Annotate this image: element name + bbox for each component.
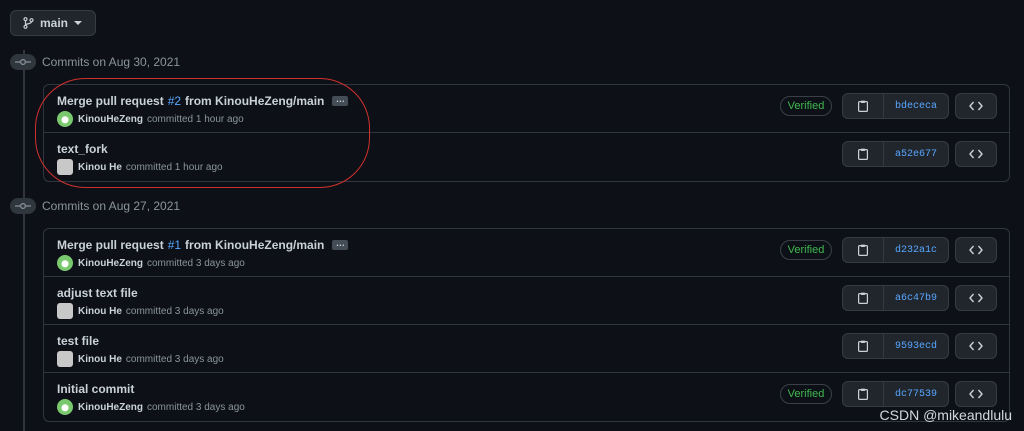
- copy-sha-button[interactable]: [843, 382, 884, 406]
- commit-row: text_fork Kinou He committed 1 hour ago …: [44, 133, 1009, 181]
- pr-link[interactable]: #2: [168, 94, 181, 108]
- verified-badge[interactable]: Verified: [780, 96, 832, 116]
- clipboard-icon: [858, 388, 868, 400]
- commit-time: committed 3 days ago: [125, 305, 224, 317]
- clipboard-icon: [858, 100, 868, 112]
- commit-sha-link[interactable]: bdececa: [884, 94, 948, 118]
- clipboard-icon: [858, 340, 868, 352]
- commit-message[interactable]: test file: [57, 334, 99, 348]
- commit-message[interactable]: text_fork: [57, 142, 108, 156]
- commit-sha-link[interactable]: d232a1c: [884, 238, 948, 262]
- copy-sha-button[interactable]: [843, 142, 884, 166]
- code-icon: [969, 149, 983, 159]
- caret-down-icon: [74, 20, 83, 25]
- copy-sha-button[interactable]: [843, 286, 884, 310]
- commit-meta: Kinou He committed 1 hour ago: [57, 159, 223, 175]
- branch-name: main: [40, 16, 69, 30]
- expand-ellipsis-button[interactable]: …: [332, 239, 349, 250]
- git-commit-icon: [15, 202, 31, 210]
- commit-message[interactable]: adjust text file: [57, 286, 138, 300]
- commit-meta: KinouHeZeng committed 3 days ago: [57, 399, 245, 415]
- copy-sha-button[interactable]: [843, 334, 884, 358]
- commit-row: test file Kinou He committed 3 days ago …: [44, 325, 1009, 373]
- commit-time: committed 3 days ago: [147, 401, 245, 413]
- avatar[interactable]: [57, 111, 73, 127]
- clipboard-icon: [858, 292, 868, 304]
- author-link[interactable]: KinouHeZeng: [78, 402, 143, 413]
- git-commit-icon: [15, 58, 31, 66]
- commit-sha-link[interactable]: 9593ecd: [884, 334, 948, 358]
- verified-badge[interactable]: Verified: [780, 384, 832, 404]
- copy-sha-button[interactable]: [843, 238, 884, 262]
- verified-badge[interactable]: Verified: [780, 240, 832, 260]
- code-icon: [969, 293, 983, 303]
- sha-button-group: a6c47b9: [842, 285, 949, 311]
- author-link[interactable]: Kinou He: [78, 162, 122, 173]
- browse-repo-button[interactable]: [955, 237, 997, 263]
- commit-sha-link[interactable]: a52e677: [884, 142, 948, 166]
- commit-meta: Kinou He committed 3 days ago: [57, 351, 224, 367]
- commit-row: adjust text file Kinou He committed 3 da…: [44, 277, 1009, 325]
- browse-repo-button[interactable]: [955, 381, 997, 407]
- author-link[interactable]: Kinou He: [78, 306, 122, 317]
- clipboard-icon: [858, 148, 868, 160]
- commit-message[interactable]: Merge pull request #2 from KinouHeZeng/m…: [57, 94, 349, 108]
- browse-repo-button[interactable]: [955, 333, 997, 359]
- sha-button-group: 9593ecd: [842, 333, 949, 359]
- sha-button-group: dc77539: [842, 381, 949, 407]
- sha-button-group: a52e677: [842, 141, 949, 167]
- copy-sha-button[interactable]: [843, 94, 884, 118]
- commit-list: Merge pull request #1 from KinouHeZeng/m…: [43, 228, 1010, 422]
- sha-button-group: bdececa: [842, 93, 949, 119]
- commit-group-date: Commits on Aug 30, 2021: [42, 55, 181, 69]
- avatar[interactable]: [57, 399, 73, 415]
- commit-meta: Kinou He committed 3 days ago: [57, 303, 224, 319]
- commit-row: Initial commit KinouHeZeng committed 3 d…: [44, 373, 1009, 421]
- browse-repo-button[interactable]: [955, 93, 997, 119]
- commit-group-header: Commits on Aug 27, 2021: [10, 198, 180, 214]
- commit-meta: KinouHeZeng committed 1 hour ago: [57, 111, 244, 127]
- watermark: CSDN @mikeandlulu: [879, 407, 1012, 423]
- commit-sha-link[interactable]: dc77539: [884, 382, 948, 406]
- avatar[interactable]: [57, 303, 73, 319]
- commit-group-header: Commits on Aug 30, 2021: [10, 54, 180, 70]
- commit-list: Merge pull request #2 from KinouHeZeng/m…: [43, 84, 1010, 182]
- sha-button-group: d232a1c: [842, 237, 949, 263]
- author-link[interactable]: KinouHeZeng: [78, 114, 143, 125]
- commit-row: Merge pull request #2 from KinouHeZeng/m…: [44, 85, 1009, 133]
- commit-meta: KinouHeZeng committed 3 days ago: [57, 255, 245, 271]
- branch-select-button[interactable]: main: [10, 10, 96, 36]
- timeline-line: [23, 50, 25, 431]
- author-link[interactable]: Kinou He: [78, 354, 122, 365]
- commit-message[interactable]: Initial commit: [57, 382, 134, 396]
- commit-time: committed 3 days ago: [147, 257, 245, 269]
- code-icon: [969, 245, 983, 255]
- git-branch-icon: [23, 17, 34, 29]
- clipboard-icon: [858, 244, 868, 256]
- code-icon: [969, 101, 983, 111]
- expand-ellipsis-button[interactable]: …: [332, 95, 349, 106]
- commit-time: committed 3 days ago: [125, 353, 224, 365]
- commit-group-date: Commits on Aug 27, 2021: [42, 199, 181, 213]
- pr-link[interactable]: #1: [168, 238, 181, 252]
- avatar[interactable]: [57, 351, 73, 367]
- commit-message[interactable]: Merge pull request #1 from KinouHeZeng/m…: [57, 238, 349, 252]
- browse-repo-button[interactable]: [955, 285, 997, 311]
- commit-row: Merge pull request #1 from KinouHeZeng/m…: [44, 229, 1009, 277]
- commit-time: committed 1 hour ago: [147, 113, 244, 125]
- browse-repo-button[interactable]: [955, 141, 997, 167]
- author-link[interactable]: KinouHeZeng: [78, 258, 143, 269]
- avatar[interactable]: [57, 159, 73, 175]
- code-icon: [969, 389, 983, 399]
- commit-sha-link[interactable]: a6c47b9: [884, 286, 948, 310]
- code-icon: [969, 341, 983, 351]
- commit-time: committed 1 hour ago: [125, 161, 223, 173]
- avatar[interactable]: [57, 255, 73, 271]
